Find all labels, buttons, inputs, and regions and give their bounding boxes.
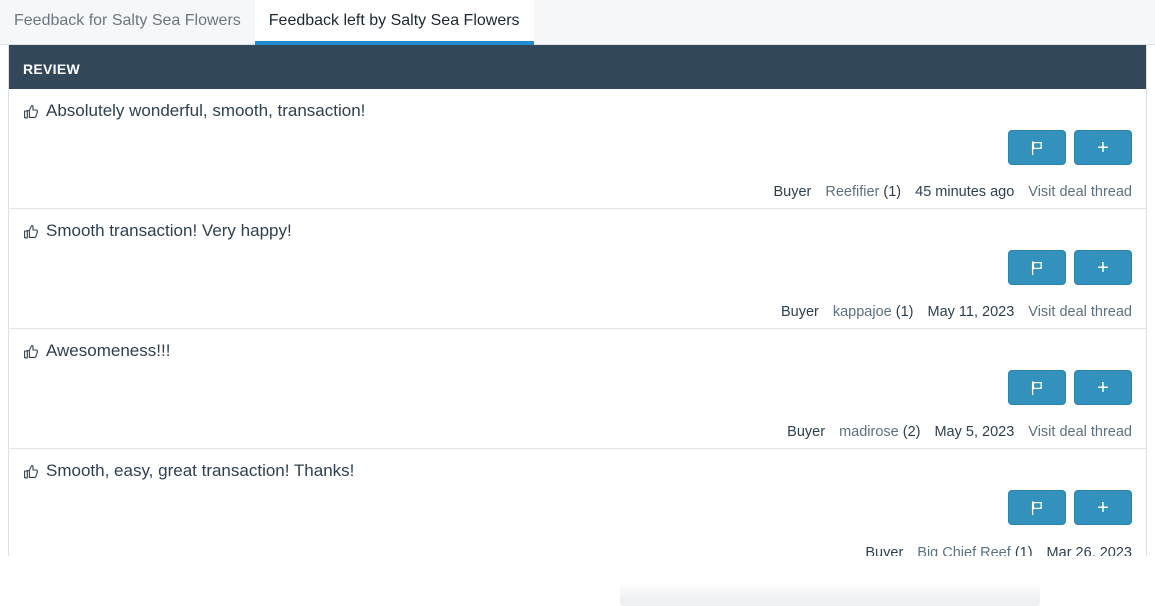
user-feedback-count: (1) <box>895 304 914 320</box>
user-link[interactable]: kappajoe <box>833 304 892 320</box>
thumbs-up-icon <box>23 104 39 120</box>
table-row: Smooth transaction! Very happy! + Buyer … <box>9 209 1146 329</box>
table-row: Absolutely wonderful, smooth, transactio… <box>9 89 1146 209</box>
plus-icon: + <box>1097 136 1109 159</box>
table-row: Awesomeness!!! + Buyer madirose (2) May … <box>9 329 1146 449</box>
review-meta: Buyer Reefifier (1) 45 minutes ago Visit… <box>773 184 1132 200</box>
feedback-tab-bar: Feedback for Salty Sea Flowers Feedback … <box>0 0 1155 45</box>
thumbs-up-icon <box>23 344 39 360</box>
flag-button[interactable] <box>1008 130 1066 165</box>
row-actions: + <box>1008 370 1132 405</box>
user-wrapper: kappajoe (1) <box>833 304 914 320</box>
flag-button[interactable] <box>1008 250 1066 285</box>
tab-feedback-left-by-user[interactable]: Feedback left by Salty Sea Flowers <box>254 0 534 45</box>
row-actions: + <box>1008 250 1132 285</box>
clipped-header-ghost-text <box>23 45 1132 52</box>
tab-label: Feedback for Salty Sea Flowers <box>14 12 241 29</box>
role-label: Buyer <box>780 304 819 320</box>
review-date: 45 minutes ago <box>915 184 1015 200</box>
clipped-header-row <box>9 45 1146 52</box>
flag-icon <box>1031 380 1042 395</box>
review-meta: Buyer madirose (2) May 5, 2023 Visit dea… <box>787 424 1132 440</box>
role-label: Buyer <box>773 184 812 200</box>
user-wrapper: madirose (2) <box>839 424 920 440</box>
review-text: Awesomeness!!! <box>46 341 171 360</box>
page-bottom-area <box>0 556 1155 606</box>
clipped-content-below <box>620 582 1040 606</box>
flag-button[interactable] <box>1008 370 1066 405</box>
thumbs-up-icon <box>23 224 39 240</box>
user-feedback-count: (1) <box>883 184 902 200</box>
feedback-panel: REVIEW Absolutely wonderful, smooth, tra… <box>8 45 1147 559</box>
plus-icon: + <box>1097 376 1109 399</box>
add-button[interactable]: + <box>1074 130 1132 165</box>
review-text-container: Smooth transaction! Very happy! <box>23 221 1132 241</box>
review-date: May 5, 2023 <box>934 424 1015 440</box>
tab-label: Feedback left by Salty Sea Flowers <box>268 12 520 29</box>
review-text: Smooth transaction! Very happy! <box>46 221 292 240</box>
review-meta: Buyer kappajoe (1) May 11, 2023 Visit de… <box>781 304 1132 320</box>
review-text-container: Absolutely wonderful, smooth, transactio… <box>23 101 1132 121</box>
user-link[interactable]: Reefifier <box>825 184 879 200</box>
flag-icon <box>1031 500 1042 515</box>
review-text: Smooth, easy, great transaction! Thanks! <box>46 461 355 480</box>
table-header-review: REVIEW <box>9 52 1146 89</box>
plus-icon: + <box>1097 496 1109 519</box>
add-button[interactable]: + <box>1074 250 1132 285</box>
user-link[interactable]: madirose <box>839 424 899 440</box>
visit-deal-thread-link[interactable]: Visit deal thread <box>1028 424 1132 440</box>
column-header-review: REVIEW <box>23 61 81 77</box>
review-text-container: Awesomeness!!! <box>23 341 1132 361</box>
visit-deal-thread-link[interactable]: Visit deal thread <box>1028 304 1132 320</box>
review-text-container: Smooth, easy, great transaction! Thanks! <box>23 461 1132 481</box>
flag-icon <box>1031 140 1042 155</box>
review-date: May 11, 2023 <box>927 304 1015 320</box>
review-text: Absolutely wonderful, smooth, transactio… <box>46 101 366 120</box>
add-button[interactable]: + <box>1074 370 1132 405</box>
tab-feedback-for-user[interactable]: Feedback for Salty Sea Flowers <box>0 0 255 45</box>
user-feedback-count: (2) <box>902 424 921 440</box>
table-row: Smooth, easy, great transaction! Thanks!… <box>9 449 1146 558</box>
plus-icon: + <box>1097 256 1109 279</box>
add-button[interactable]: + <box>1074 490 1132 525</box>
user-wrapper: Reefifier (1) <box>825 184 901 200</box>
thumbs-up-icon <box>23 464 39 480</box>
flag-icon <box>1031 260 1042 275</box>
flag-button[interactable] <box>1008 490 1066 525</box>
role-label: Buyer <box>787 424 826 440</box>
row-actions: + <box>1008 490 1132 525</box>
visit-deal-thread-link[interactable]: Visit deal thread <box>1028 184 1132 200</box>
row-actions: + <box>1008 130 1132 165</box>
